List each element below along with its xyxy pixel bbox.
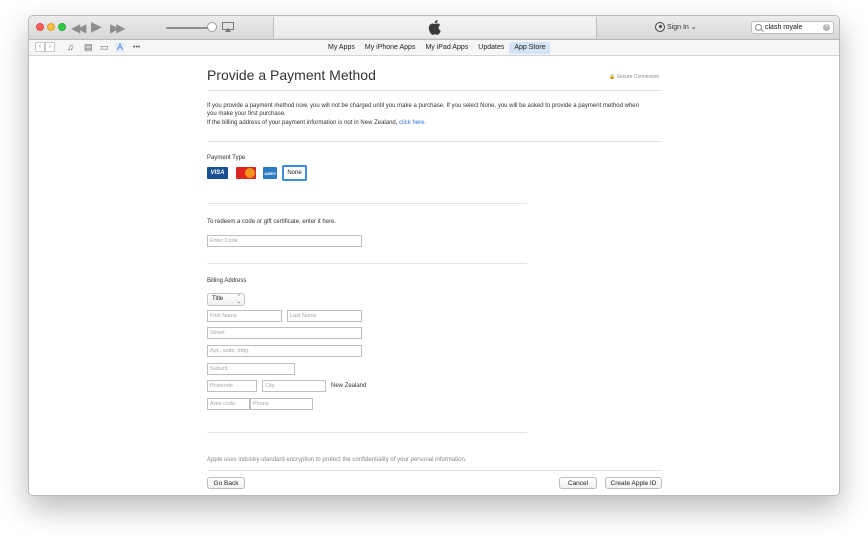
redeem-code-input[interactable] <box>207 235 362 247</box>
amex-card-button[interactable]: AMEX <box>263 167 277 179</box>
mastercard-card-button[interactable] <box>236 167 256 179</box>
area-code-field[interactable] <box>207 398 250 410</box>
fast-forward-icon[interactable]: ▶▶ <box>110 21 126 35</box>
suburb-field[interactable] <box>207 363 295 375</box>
divider <box>207 470 662 471</box>
divider <box>207 263 527 264</box>
movies-icon[interactable]: ▤ <box>84 42 93 53</box>
tab-updates[interactable]: Updates <box>473 42 509 54</box>
payment-type-heading: Payment Type <box>207 155 246 161</box>
divider <box>207 432 527 433</box>
billing-note-prefix: If the billing address of your payment i… <box>207 120 400 126</box>
chevron-down-icon: ⌄ <box>690 24 697 31</box>
toolbar: ‹ › ♫ ▤ ▭ A ••• My Apps My iPhone Apps M… <box>29 40 839 56</box>
postcode-field[interactable] <box>207 380 257 392</box>
country-label: New Zealand <box>331 383 367 389</box>
tab-my-iphone-apps[interactable]: My iPhone Apps <box>360 42 421 54</box>
billing-note-suffix: . <box>424 120 427 126</box>
title-select[interactable]: Title ⌃ ⌄ <box>207 293 245 306</box>
tv-icon[interactable]: ▭ <box>100 42 109 53</box>
tab-my-apps[interactable]: My Apps <box>323 42 360 54</box>
payment-form-page: Provide a Payment Method 🔒 Secure Connec… <box>29 57 839 495</box>
music-icon[interactable]: ♫ <box>67 42 74 53</box>
redeem-prompt: To redeem a code or gift certificate, en… <box>207 219 337 225</box>
play-icon[interactable]: ▶ <box>91 19 102 33</box>
itunes-window: ◀◀ ▶ ▶▶ Sign In ⌄ clash royale × ‹ › ♫ ▤… <box>28 15 840 496</box>
last-name-field[interactable] <box>287 310 362 322</box>
cancel-button[interactable]: Cancel <box>559 477 597 489</box>
secure-connection-text: Secure Connection <box>616 74 660 80</box>
store-tabs: My Apps My iPhone Apps My iPad Apps Upda… <box>323 42 551 54</box>
select-arrows-icon: ⌃ ⌄ <box>236 294 241 305</box>
sign-in-button[interactable]: Sign In ⌄ <box>655 22 697 32</box>
encryption-note: Apple uses industry-standard encryption … <box>207 457 467 463</box>
billing-address-heading: Billing Address <box>207 278 247 284</box>
close-window-button[interactable] <box>36 23 44 31</box>
forward-button[interactable]: › <box>45 42 55 52</box>
airplay-icon[interactable] <box>222 22 234 32</box>
tab-app-store[interactable]: App Store <box>509 42 551 54</box>
street-field[interactable] <box>207 327 362 339</box>
title-select-value: Title <box>212 296 224 302</box>
mastercard-circle-orange <box>245 168 255 178</box>
more-icon[interactable]: ••• <box>133 42 140 53</box>
intro-text: If you provide a payment method now, you… <box>207 103 639 117</box>
divider <box>207 141 662 142</box>
secure-connection-label: 🔒 Secure Connection <box>609 74 660 80</box>
clear-search-icon[interactable]: × <box>823 24 830 31</box>
zoom-window-button[interactable] <box>58 23 66 31</box>
phone-field[interactable] <box>250 398 313 410</box>
payment-none-button[interactable]: None <box>282 165 307 181</box>
apple-logo-icon <box>428 20 441 35</box>
divider <box>207 90 662 91</box>
volume-slider[interactable] <box>166 27 211 29</box>
divider <box>207 203 527 204</box>
first-name-field[interactable] <box>207 310 282 322</box>
click-here-link[interactable]: click here <box>399 120 424 126</box>
volume-knob[interactable] <box>207 22 217 32</box>
back-button[interactable]: ‹ <box>35 42 45 52</box>
go-back-button[interactable]: Go Back <box>207 477 245 489</box>
billing-note: If the billing address of your payment i… <box>207 119 647 127</box>
visa-card-button[interactable]: VISA <box>207 167 228 179</box>
create-apple-id-button[interactable]: Create Apple ID <box>605 477 662 489</box>
minimize-window-button[interactable] <box>47 23 55 31</box>
page-title: Provide a Payment Method <box>207 67 376 83</box>
rewind-icon[interactable]: ◀◀ <box>71 21 87 35</box>
tab-my-ipad-apps[interactable]: My iPad Apps <box>420 42 473 54</box>
search-value: clash royale <box>765 24 803 31</box>
search-field[interactable]: clash royale × <box>751 21 834 34</box>
title-bar: ◀◀ ▶ ▶▶ Sign In ⌄ clash royale × <box>29 16 839 40</box>
sign-in-label: Sign In <box>667 23 689 31</box>
city-field[interactable] <box>262 380 326 392</box>
account-icon <box>655 22 665 32</box>
apt-suite-field[interactable] <box>207 345 362 357</box>
search-icon <box>755 24 762 31</box>
app-store-icon[interactable]: A <box>115 42 126 53</box>
